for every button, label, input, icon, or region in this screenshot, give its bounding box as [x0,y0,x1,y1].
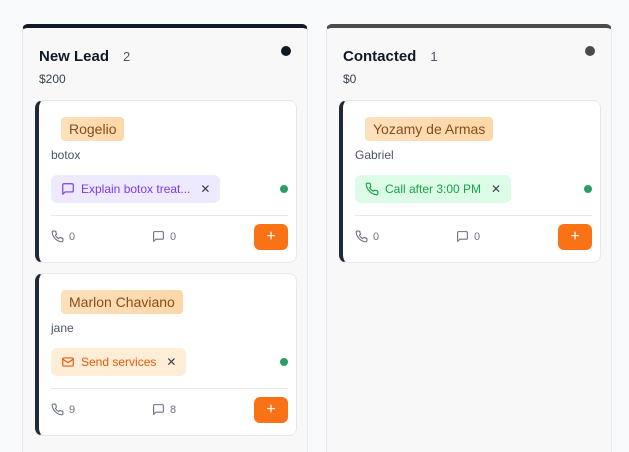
comments-count[interactable]: 0 [152,230,176,243]
pipeline-column-contacted: Contacted 1 $0 Yozamy de Armas Gabriel C… [326,24,612,452]
calls-count[interactable]: 0 [51,230,75,243]
column-count: 2 [123,49,131,64]
comment-icon [153,404,164,415]
divider [51,388,288,389]
remove-task-icon[interactable]: ✕ [166,355,176,369]
task-chip[interactable]: Explain botox treat... ✕ [51,175,221,203]
comments-value: 0 [170,230,177,243]
lead-card[interactable]: Marlon Chaviano jane Send services ✕ 9 8… [35,273,297,436]
phone-icon [355,230,368,243]
remove-task-icon[interactable]: ✕ [200,182,210,196]
column-title: New Lead [39,48,110,65]
column-status-dot [281,46,291,56]
status-dot [584,185,592,193]
calls-count[interactable]: 0 [355,230,379,243]
task-label: Call after 3:00 PM [385,182,482,196]
remove-task-icon[interactable]: ✕ [491,182,501,196]
lead-name[interactable]: Yozamy de Armas [365,117,494,141]
comments-count[interactable]: 8 [152,403,176,416]
phone-icon [51,230,64,243]
lead-subtitle: botox [51,148,81,162]
pipeline-column-new-lead: New Lead 2 $200 Rogelio botox Explain bo… [22,24,308,452]
status-dot [280,185,288,193]
calls-value: 0 [373,230,380,243]
column-count: 1 [430,49,438,64]
phone-icon [51,403,64,416]
divider [355,215,592,216]
mail-icon [62,357,74,367]
task-label: Send services [81,355,157,369]
comments-value: 0 [474,230,481,243]
add-button[interactable]: + [558,224,592,250]
task-chip[interactable]: Send services ✕ [51,348,187,376]
task-chip[interactable]: Call after 3:00 PM ✕ [355,175,512,203]
comments-count[interactable]: 0 [456,230,480,243]
message-square-icon [62,183,74,195]
phone-icon [365,182,379,196]
calls-count[interactable]: 9 [51,403,75,416]
comment-icon [153,231,164,242]
task-label: Explain botox treat... [81,182,191,196]
column-title: Contacted [343,48,417,65]
divider [51,215,288,216]
column-amount: $200 [39,72,66,86]
calls-value: 9 [69,403,76,416]
comment-icon [457,231,468,242]
add-button[interactable]: + [254,224,288,250]
lead-name[interactable]: Rogelio [61,117,125,141]
column-header: New Lead 2 [39,48,130,65]
lead-name[interactable]: Marlon Chaviano [61,290,183,314]
status-dot [280,358,288,366]
lead-card[interactable]: Rogelio botox Explain botox treat... ✕ 0… [35,100,297,263]
comments-value: 8 [170,403,177,416]
column-amount: $0 [343,72,357,86]
column-status-dot [585,46,595,56]
lead-subtitle: Gabriel [355,148,394,162]
column-header: Contacted 1 [343,48,438,65]
lead-card[interactable]: Yozamy de Armas Gabriel Call after 3:00 … [339,100,601,263]
lead-subtitle: jane [51,321,74,335]
calls-value: 0 [69,230,76,243]
add-button[interactable]: + [254,397,288,423]
